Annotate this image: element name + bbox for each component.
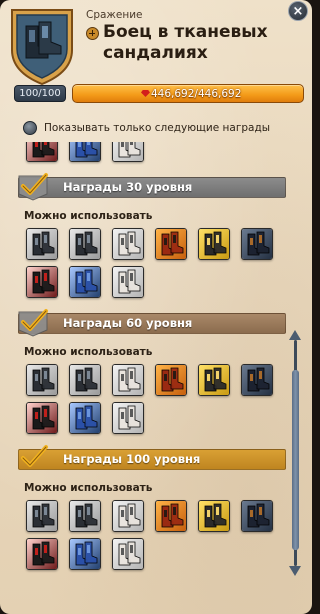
- reward-item[interactable]: [155, 364, 187, 396]
- section-title: Награды 60 уровня: [63, 316, 193, 330]
- sandal-boots-icon: [30, 541, 56, 568]
- title-line-1: Боец в тканевых: [103, 22, 268, 42]
- scroll-up-arrow[interactable]: [289, 330, 301, 340]
- sandal-boots-icon: [245, 367, 271, 394]
- reward-item[interactable]: [112, 538, 144, 570]
- section-bar: Награды 60 уровня: [18, 313, 286, 334]
- sandal-boots-icon: [30, 142, 56, 160]
- checkmark-icon: [21, 445, 48, 467]
- section-title: Награды 30 уровня: [63, 180, 193, 194]
- filter-toggle[interactable]: [23, 121, 37, 135]
- combat-icon: [86, 27, 99, 40]
- reward-item[interactable]: [69, 228, 101, 260]
- filter-label: Показывать только следующие награды: [44, 122, 271, 134]
- reward-item[interactable]: [26, 402, 58, 434]
- reward-grid: [10, 364, 286, 434]
- sandal-boots-icon: [30, 269, 56, 296]
- gem-icon: [141, 90, 150, 97]
- sandal-boots-icon: [73, 269, 99, 296]
- rewards-list: Награды 30 уровня Можно использовать Наг…: [10, 142, 286, 580]
- reward-item[interactable]: [241, 364, 273, 396]
- reward-item[interactable]: [69, 402, 101, 434]
- reward-grid: [10, 142, 286, 162]
- scrollbar[interactable]: [289, 330, 301, 576]
- section-header: Награды 100 уровня: [10, 444, 286, 474]
- sandal-boots-icon: [202, 367, 228, 394]
- sandal-boots-icon: [73, 503, 99, 530]
- title-line-2: сандалиях: [103, 43, 208, 63]
- sandal-boots-icon: [73, 405, 99, 432]
- reward-item[interactable]: [241, 228, 273, 260]
- rewards-scroll-area[interactable]: Награды 30 уровня Можно использовать Наг…: [10, 142, 286, 608]
- reward-item[interactable]: [112, 266, 144, 298]
- scroll-thumb[interactable]: [292, 370, 299, 550]
- sandal-boots-icon: [73, 367, 99, 394]
- sandal-boots-icon: [30, 231, 56, 258]
- reward-item[interactable]: [155, 228, 187, 260]
- checkmark-icon: [18, 173, 48, 201]
- reward-item[interactable]: [26, 228, 58, 260]
- sandal-boots-icon: [202, 503, 228, 530]
- usable-label: Можно использовать: [24, 482, 153, 494]
- reward-item[interactable]: [241, 500, 273, 532]
- reward-item[interactable]: [112, 402, 144, 434]
- sandal-boots-icon: [116, 367, 142, 394]
- section-bar: Награды 100 уровня: [18, 449, 286, 470]
- sandal-boots-icon: [245, 503, 271, 530]
- reward-item[interactable]: [155, 500, 187, 532]
- reward-item[interactable]: [69, 266, 101, 298]
- reward-item[interactable]: [112, 228, 144, 260]
- reward-item[interactable]: [69, 364, 101, 396]
- category-label: Сражение: [86, 9, 143, 21]
- sandal-boots-icon: [159, 503, 185, 530]
- sandal-boots-icon: [73, 231, 99, 258]
- sandal-boots-icon: [116, 231, 142, 258]
- reward-grid: [10, 500, 286, 570]
- sandal-boots-icon: [116, 503, 142, 530]
- reward-item[interactable]: [198, 500, 230, 532]
- sandal-boots-icon: [159, 367, 185, 394]
- achievement-title: Боец в тканевых сандалиях: [86, 22, 286, 64]
- section-header: Награды 30 уровня: [10, 172, 286, 202]
- xp-text: 446,692/446,692: [151, 88, 242, 100]
- reward-item[interactable]: [69, 500, 101, 532]
- scroll-down-arrow[interactable]: [289, 566, 301, 576]
- sandal-boots-icon: [159, 231, 185, 258]
- section-title: Награды 100 уровня: [63, 452, 201, 466]
- reward-item[interactable]: [26, 266, 58, 298]
- reward-item[interactable]: [198, 228, 230, 260]
- sandal-boots-icon: [116, 405, 142, 432]
- reward-item[interactable]: [69, 538, 101, 570]
- level-indicator: 100/100: [14, 85, 66, 102]
- reward-item[interactable]: [26, 364, 58, 396]
- reward-item[interactable]: [26, 538, 58, 570]
- sandal-boots-icon: [30, 405, 56, 432]
- sandal-boots-icon: [116, 142, 142, 160]
- reward-item[interactable]: [112, 500, 144, 532]
- reward-item[interactable]: [198, 364, 230, 396]
- sandal-boots-icon: [30, 503, 56, 530]
- reward-item[interactable]: [26, 500, 58, 532]
- reward-item[interactable]: [112, 142, 144, 162]
- sandal-boots-icon: [116, 541, 142, 568]
- section-header: Награды 60 уровня: [10, 308, 286, 338]
- reward-grid: [10, 228, 286, 298]
- close-button[interactable]: ×: [288, 1, 308, 21]
- shield-badge-icon: [11, 9, 73, 86]
- usable-label: Можно использовать: [24, 346, 153, 358]
- achievement-panel: Сражение Боец в тканевых сандалиях × 100…: [0, 0, 312, 614]
- xp-progress-bar: 446,692/446,692: [72, 84, 304, 103]
- reward-item[interactable]: [69, 142, 101, 162]
- sandal-boots-icon: [202, 231, 228, 258]
- checkmark-icon: [18, 309, 48, 337]
- reward-item[interactable]: [26, 142, 58, 162]
- sandal-boots-icon: [73, 142, 99, 160]
- sandal-boots-icon: [30, 367, 56, 394]
- reward-item[interactable]: [112, 364, 144, 396]
- sandal-boots-icon: [73, 541, 99, 568]
- sandal-boots-icon: [116, 269, 142, 296]
- usable-label: Можно использовать: [24, 210, 153, 222]
- section-bar: Награды 30 уровня: [18, 177, 286, 198]
- sandal-boots-icon: [245, 231, 271, 258]
